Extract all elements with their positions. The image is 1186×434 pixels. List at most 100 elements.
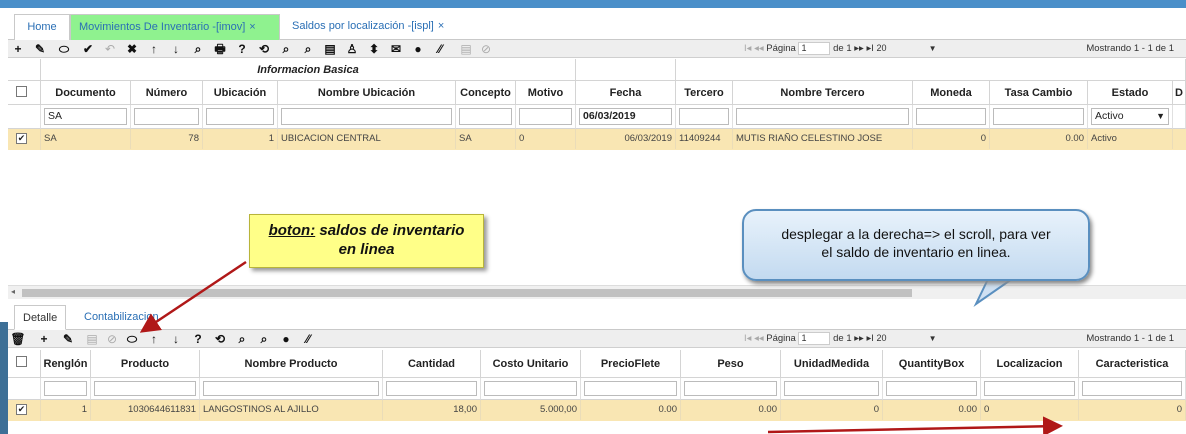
- filter-concepto[interactable]: [459, 108, 512, 125]
- view-icon[interactable]: ⬭: [56, 41, 72, 57]
- trash-icon[interactable]: 🗑: [10, 331, 26, 347]
- filter-ubicacion[interactable]: [206, 108, 274, 125]
- col-quantity-box[interactable]: QuantityBox: [883, 350, 981, 378]
- filter-nombre-tercero[interactable]: [736, 108, 909, 125]
- col-ubicacion[interactable]: Ubicación: [203, 81, 278, 105]
- col-estado[interactable]: Estado: [1088, 81, 1173, 105]
- zoom-in-icon[interactable]: ⌕: [278, 41, 294, 57]
- col-moneda[interactable]: Moneda: [913, 81, 990, 105]
- next-page-icon[interactable]: ▸▸: [854, 43, 864, 54]
- col-documento[interactable]: Documento: [41, 81, 131, 105]
- scroll-left-icon[interactable]: ◂: [11, 287, 15, 296]
- col-costo-unitario[interactable]: Costo Unitario: [481, 350, 581, 378]
- pin-icon[interactable]: ⬍: [366, 41, 382, 57]
- filter-cantidad[interactable]: [386, 381, 477, 396]
- user-icon[interactable]: ♙: [344, 41, 360, 57]
- next-page-icon[interactable]: ▸▸: [854, 333, 864, 344]
- arrow-up-icon[interactable]: ↑: [146, 41, 162, 57]
- tab-detalle[interactable]: Detalle: [14, 305, 67, 330]
- tab-movimientos-inventario[interactable]: Movimientos De Inventario -[imov] ×: [70, 14, 280, 40]
- first-page-icon[interactable]: I◂: [744, 43, 751, 54]
- mail-icon[interactable]: ✉: [388, 41, 404, 57]
- col-nombre-producto[interactable]: Nombre Producto: [200, 350, 383, 378]
- tab-contabilizacion[interactable]: Contabilizacion: [76, 305, 167, 330]
- plus-circle-icon[interactable]: ●: [278, 331, 294, 347]
- tab-home[interactable]: Home: [14, 14, 70, 40]
- filter-peso[interactable]: [684, 381, 777, 396]
- filter-quantity-box[interactable]: [886, 381, 977, 396]
- add-icon[interactable]: +: [10, 41, 26, 57]
- filter-localizacion[interactable]: [984, 381, 1075, 396]
- horizontal-scrollbar[interactable]: ◂: [8, 285, 1186, 299]
- filter-costo-unitario[interactable]: [484, 381, 577, 396]
- row-checkbox[interactable]: ✔: [16, 404, 27, 415]
- col-producto[interactable]: Producto: [91, 350, 200, 378]
- filter-producto[interactable]: [94, 381, 196, 396]
- search-icon[interactable]: ⌕: [190, 41, 206, 57]
- filter-nombre-producto[interactable]: [203, 381, 379, 396]
- first-page-icon[interactable]: I◂: [744, 333, 751, 344]
- filter-nombre-ubicacion[interactable]: [281, 108, 452, 125]
- add-icon[interactable]: +: [36, 331, 52, 347]
- save-icon[interactable]: ✔: [80, 41, 96, 57]
- filter-numero[interactable]: [134, 108, 199, 125]
- col-d[interactable]: D: [1173, 81, 1186, 105]
- zoom-in-icon[interactable]: ⌕: [234, 331, 250, 347]
- arrow-down-icon[interactable]: ↓: [168, 41, 184, 57]
- select-all-checkbox[interactable]: [16, 86, 27, 97]
- col-nombre-tercero[interactable]: Nombre Tercero: [733, 81, 913, 105]
- cancel-icon[interactable]: ⊘: [478, 41, 494, 57]
- filter-documento[interactable]: SA: [44, 108, 127, 125]
- help-icon[interactable]: ?: [234, 41, 250, 57]
- arrow-up-icon[interactable]: ↑: [146, 331, 162, 347]
- edit-icon[interactable]: ✎: [32, 41, 48, 57]
- col-localizacion[interactable]: Localizacion: [981, 350, 1079, 378]
- page-size-select[interactable]: 20 ▼: [877, 42, 937, 55]
- table-row[interactable]: ✔ 1 1030644611831 LANGOSTINOS AL AJILLO …: [8, 400, 1186, 421]
- refresh-icon[interactable]: ⟲: [212, 331, 228, 347]
- report-icon[interactable]: ▤: [322, 41, 338, 57]
- save-disk-icon[interactable]: ▤: [458, 41, 474, 57]
- filter-tasa-cambio[interactable]: [993, 108, 1084, 125]
- col-precio-flete[interactable]: PrecioFlete: [581, 350, 681, 378]
- col-cantidad[interactable]: Cantidad: [383, 350, 481, 378]
- prev-page-icon[interactable]: ◂◂: [754, 333, 764, 344]
- col-fecha[interactable]: Fecha: [576, 81, 676, 105]
- last-page-icon[interactable]: ▸I: [866, 333, 873, 344]
- zoom-out-icon[interactable]: ⌕: [300, 41, 316, 57]
- cancel-icon[interactable]: ⊘: [104, 331, 120, 347]
- saldos-inventario-button[interactable]: ⬭: [124, 331, 140, 347]
- zoom-out-icon[interactable]: ⌕: [256, 331, 272, 347]
- filter-tercero[interactable]: [679, 108, 729, 125]
- filter-fecha[interactable]: 06/03/2019: [579, 108, 672, 125]
- col-concepto[interactable]: Concepto: [456, 81, 516, 105]
- scroll-thumb[interactable]: [22, 289, 912, 297]
- col-tercero[interactable]: Tercero: [676, 81, 733, 105]
- close-icon[interactable]: ×: [249, 21, 255, 33]
- close-icon[interactable]: ×: [438, 20, 444, 32]
- table-row[interactable]: ✔ SA 78 1 UBICACION CENTRAL SA 0 06/03/2…: [8, 129, 1186, 150]
- last-page-icon[interactable]: ▸I: [866, 43, 873, 54]
- row-checkbox[interactable]: ✔: [16, 133, 27, 144]
- col-nombre-ubicacion[interactable]: Nombre Ubicación: [278, 81, 456, 105]
- print-icon[interactable]: 🖶: [212, 41, 228, 57]
- select-all-checkbox[interactable]: [16, 356, 27, 367]
- refresh-icon[interactable]: ⟲: [256, 41, 272, 57]
- col-motivo[interactable]: Motivo: [516, 81, 576, 105]
- undo-icon[interactable]: ↶: [102, 41, 118, 57]
- filter-precio-flete[interactable]: [584, 381, 677, 396]
- left-side-tab[interactable]: [0, 322, 8, 434]
- page-input[interactable]: 1: [798, 42, 831, 55]
- page-size-select[interactable]: 20 ▼: [877, 332, 937, 345]
- col-unidad-medida[interactable]: UnidadMedida: [781, 350, 883, 378]
- filter-estado-select[interactable]: Activo ▼: [1091, 108, 1169, 125]
- prev-page-icon[interactable]: ◂◂: [754, 43, 764, 54]
- col-peso[interactable]: Peso: [681, 350, 781, 378]
- page-input[interactable]: 1: [798, 332, 831, 345]
- col-numero[interactable]: Número: [131, 81, 203, 105]
- col-caracteristica[interactable]: Caracteristica: [1079, 350, 1186, 378]
- filter-unidad-medida[interactable]: [784, 381, 879, 396]
- filter-moneda[interactable]: [916, 108, 986, 125]
- col-renglon[interactable]: Renglón: [41, 350, 91, 378]
- tab-saldos-localizacion[interactable]: Saldos por localización -[ispl] ×: [284, 14, 454, 40]
